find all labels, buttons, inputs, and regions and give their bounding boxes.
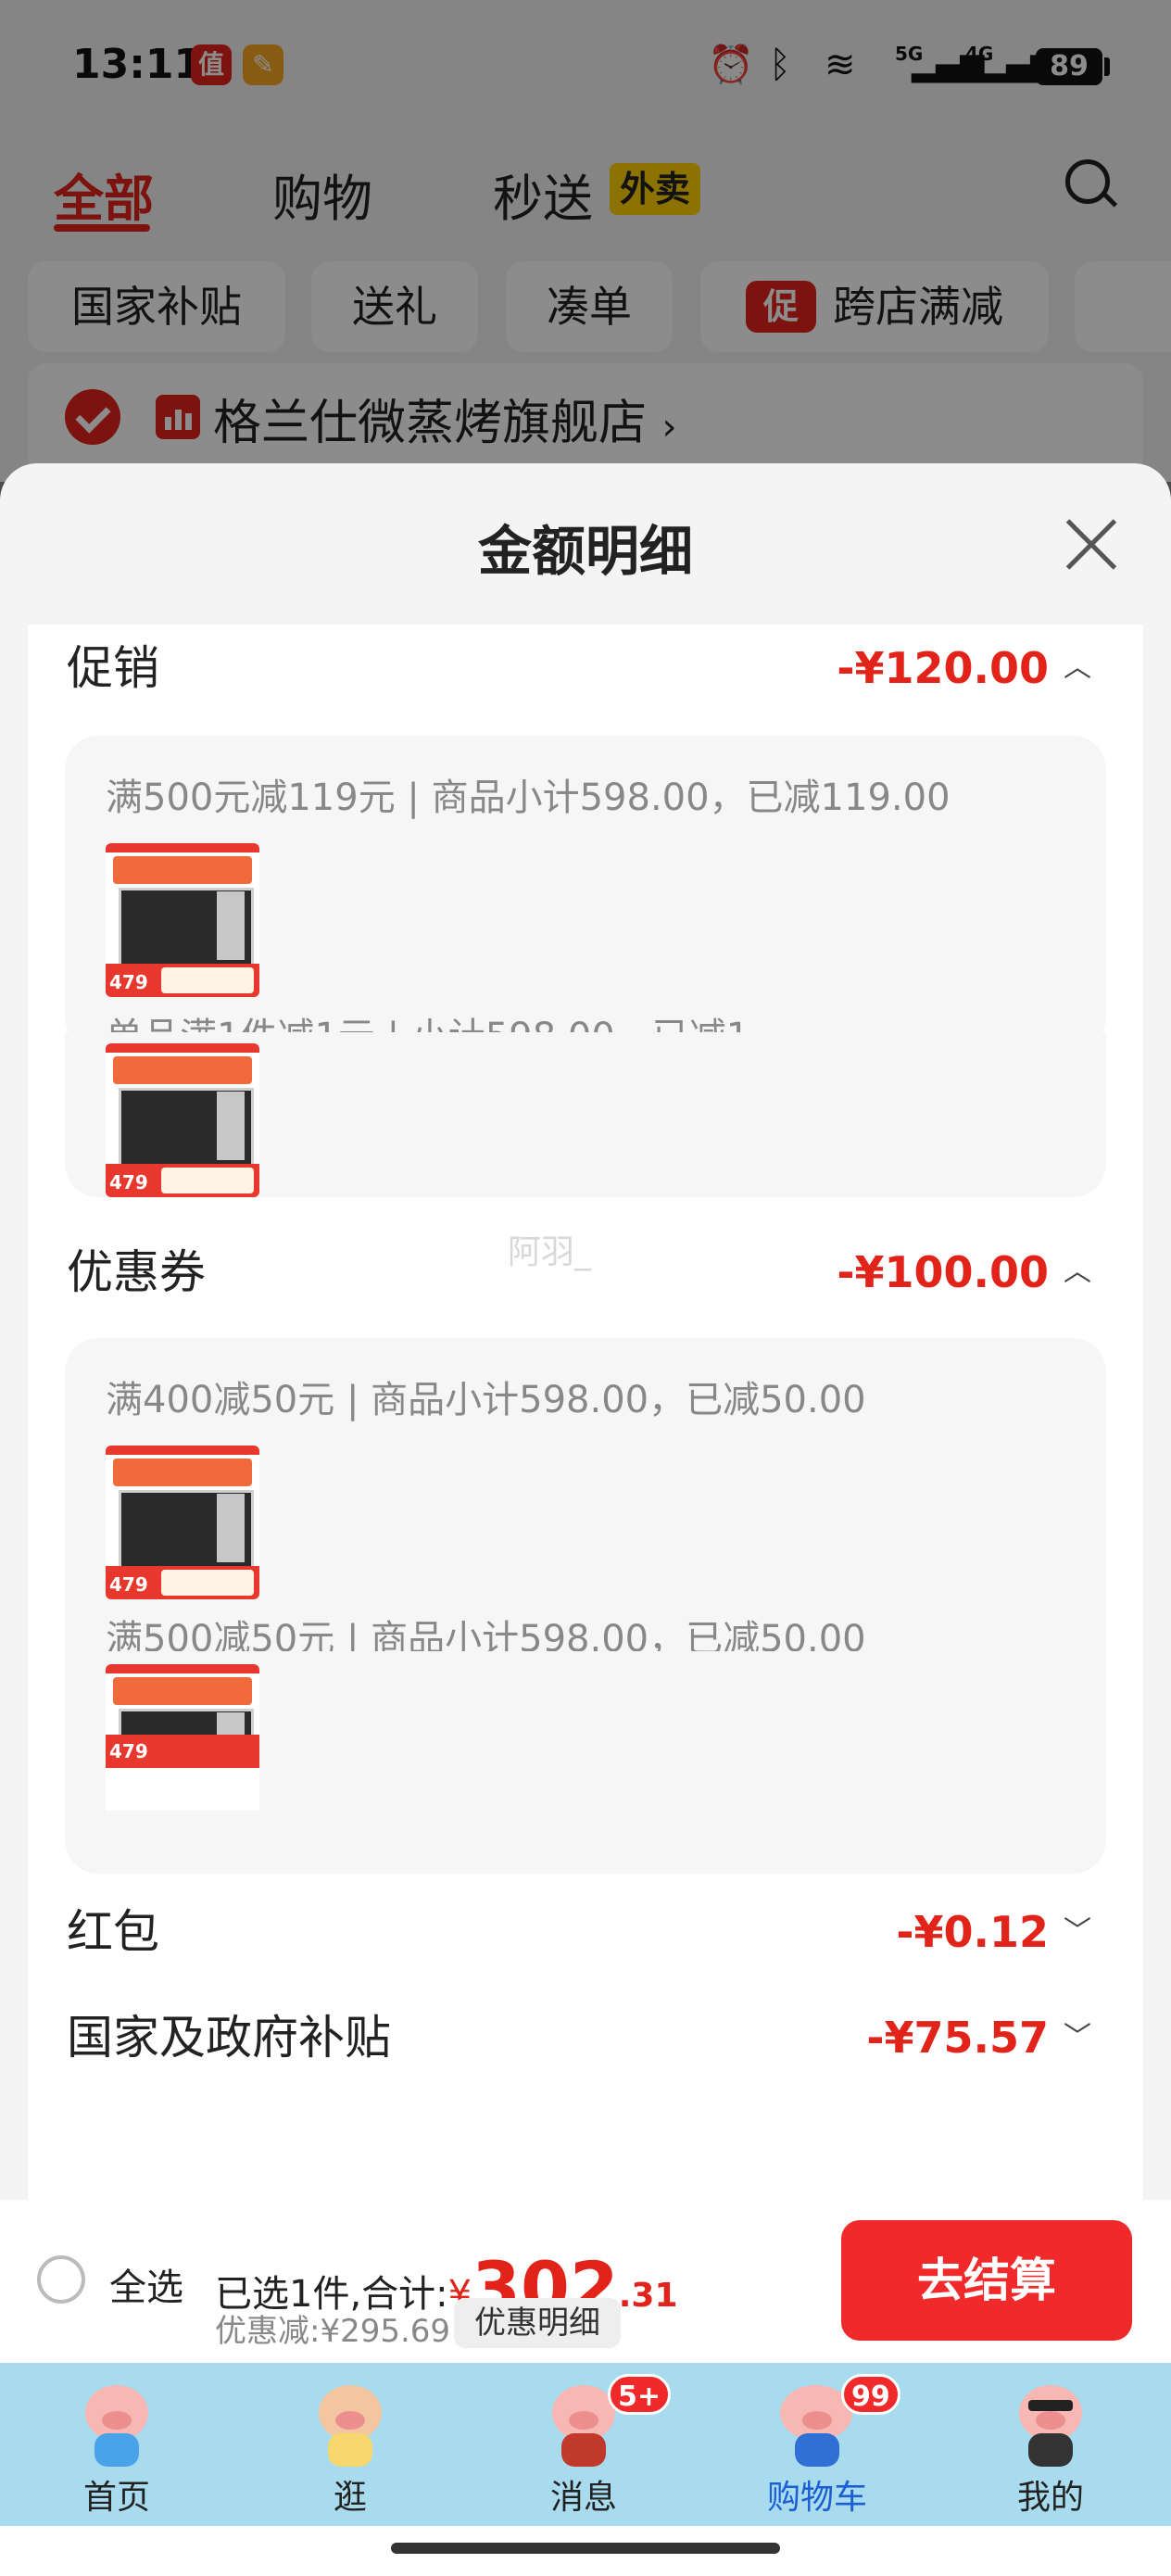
coupon-card-bottom: 479: [65, 1651, 1106, 1818]
product-thumbnail[interactable]: 479: [106, 1043, 259, 1197]
product-thumbnail[interactable]: 479: [106, 1446, 259, 1599]
bottom-tab-bar: 首页 逛 5+ 消息 99 购物车 我的: [0, 2363, 1171, 2526]
discount-total: 优惠减:¥295.69: [215, 2313, 451, 2350]
cart-badge: 99: [841, 2374, 900, 2415]
checkout-button[interactable]: 去结算: [841, 2220, 1132, 2341]
nav-profile-label: 我的: [1016, 2479, 1084, 2517]
section-redpacket-title: 红包: [67, 1905, 159, 1959]
thumbnail-price: 479: [109, 1573, 148, 1596]
section-coupon-amount[interactable]: -¥100.00: [837, 1240, 1049, 1305]
thumbnail-price: 479: [109, 1171, 148, 1193]
nav-explore[interactable]: 逛: [276, 2363, 424, 2526]
promo-card-bottom: 479: [65, 1032, 1106, 1197]
messages-badge: 5+: [608, 2374, 672, 2415]
nav-cart[interactable]: 99 购物车: [743, 2363, 900, 2526]
select-all-radio[interactable]: [37, 2255, 85, 2304]
section-redpacket-amount[interactable]: -¥0.12: [896, 1900, 1049, 1964]
nav-home[interactable]: 首页: [43, 2363, 191, 2526]
close-icon[interactable]: [1064, 517, 1119, 573]
coupon-card-end: 479: [65, 1735, 1106, 1874]
pig-explore-icon: [313, 2380, 387, 2469]
promo-rule-1: 满500元减119元 | 商品小计598.00，已减119.00: [106, 777, 951, 819]
nav-profile[interactable]: 我的: [976, 2363, 1125, 2526]
coupon-card: 满400减50元 | 商品小计598.00，已减50.00 479 满500减5…: [65, 1338, 1106, 1661]
chevron-up-icon[interactable]: ︿: [1064, 1240, 1091, 1305]
home-indicator[interactable]: [391, 2543, 780, 2554]
select-all-label[interactable]: 全选: [109, 2257, 183, 2311]
nav-messages-label: 消息: [549, 2479, 617, 2517]
chevron-down-icon[interactable]: ﹀: [1064, 1900, 1091, 1964]
checkout-bar: 全选 已选1件,合计:¥302.31 优惠减:¥295.69 优惠明细 去结算: [0, 2200, 1171, 2363]
pig-profile-icon: [1014, 2380, 1088, 2469]
home-indicator-bar: [0, 2526, 1171, 2576]
nav-explore-label: 逛: [333, 2479, 367, 2517]
sheet-title: 金额明细: [477, 520, 693, 583]
thumbnail-price: 479: [109, 971, 148, 993]
total-price-dec: .31: [618, 2277, 678, 2315]
chevron-up-icon[interactable]: ︿: [1064, 636, 1091, 701]
detail-content: 促销 -¥120.00 ︿ 满500元减119元 | 商品小计598.00，已减…: [28, 625, 1143, 1818]
section-subsidy-title: 国家及政府补贴: [67, 2011, 391, 2065]
chevron-down-icon[interactable]: ﹀: [1064, 2005, 1091, 2070]
section-promo-title: 促销: [67, 641, 159, 695]
nav-cart-label: 购物车: [766, 2479, 867, 2517]
discount-detail-button[interactable]: 优惠明细: [454, 2298, 621, 2348]
product-thumbnail-lower: 479: [106, 1735, 259, 1811]
nav-home-label: 首页: [82, 2479, 150, 2517]
pig-home-icon: [80, 2380, 154, 2469]
section-promo-amount[interactable]: -¥120.00: [837, 636, 1049, 701]
coupon-rule-1: 满400减50元 | 商品小计598.00，已减50.00: [106, 1379, 866, 1421]
nav-messages[interactable]: 5+ 消息: [510, 2363, 672, 2526]
watermark: 阿羽_: [508, 1233, 592, 1271]
product-thumbnail[interactable]: 479: [106, 843, 259, 997]
promo-card: 满500元减119元 | 商品小计598.00，已减119.00 479 单品满…: [65, 736, 1106, 1058]
section-subsidy-amount[interactable]: -¥75.57: [866, 2005, 1049, 2070]
section-coupon-title: 优惠券: [67, 1245, 206, 1299]
